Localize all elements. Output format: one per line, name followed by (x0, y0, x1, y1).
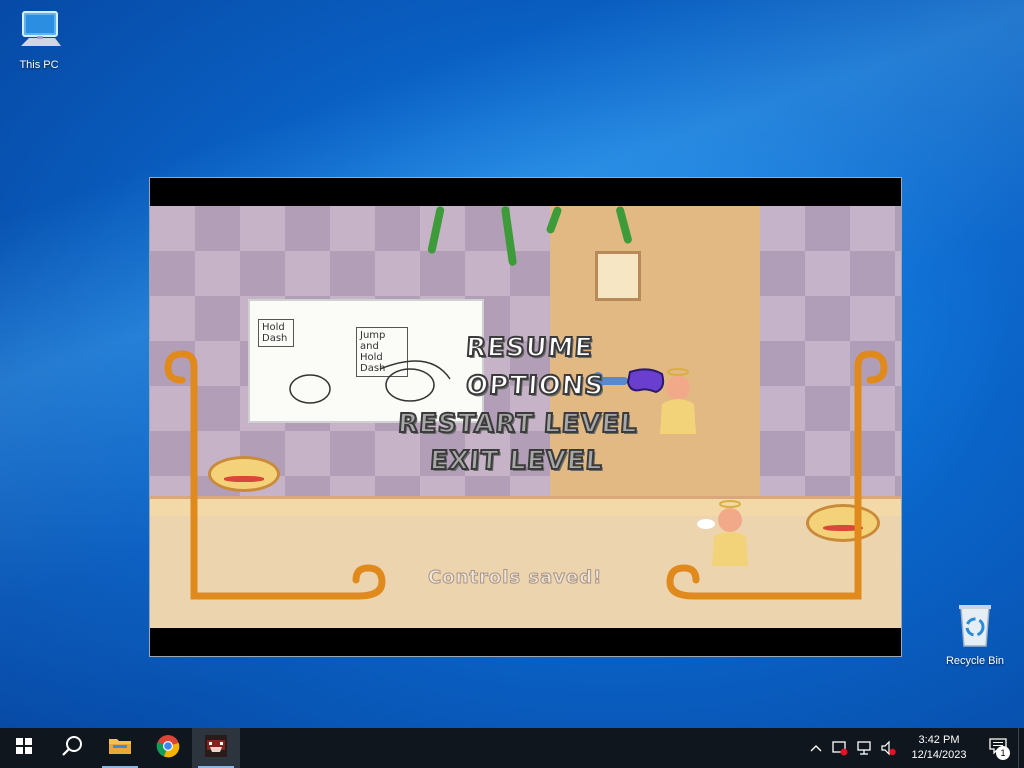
show-desktop-button[interactable] (1018, 728, 1024, 768)
game-window[interactable]: Hold Dash Jump and Hold Dash RESUME OPTI… (149, 177, 902, 657)
windows-logo-icon (16, 737, 32, 759)
desktop-icon-label: Recycle Bin (945, 655, 1005, 667)
desktop-icon-recycle-bin[interactable]: Recycle Bin (939, 600, 1011, 667)
desktop-icon-label: This PC (19, 59, 59, 71)
chrome-icon (156, 734, 180, 763)
controls-saved-toast: Controls saved! (427, 567, 603, 589)
system-tray: 3:42 PM 12/14/2023 1 (804, 728, 1024, 768)
taskbar-game[interactable] (192, 728, 240, 768)
taskbar-file-explorer[interactable] (96, 728, 144, 768)
search-icon (61, 735, 83, 762)
game-app-icon (204, 734, 228, 763)
taskbar: 3:42 PM 12/14/2023 1 (0, 728, 1024, 768)
start-button[interactable] (0, 728, 48, 768)
menu-item-restart-level[interactable]: RESTART LEVEL (396, 408, 640, 440)
wall-picture (595, 251, 641, 301)
desktop-icon-this-pc[interactable]: This PC (3, 8, 75, 71)
tutorial-sign-left: Hold Dash (258, 319, 294, 347)
clock-date: 12/14/2023 (911, 749, 967, 761)
network-icon[interactable] (852, 728, 876, 768)
action-center-button[interactable]: 1 (978, 728, 1018, 768)
clock-time: 3:42 PM (918, 734, 960, 746)
menu-item-resume[interactable]: RESUME (464, 332, 595, 364)
folder-icon (108, 736, 132, 761)
taskbar-chrome[interactable] (144, 728, 192, 768)
computer-icon (3, 8, 75, 55)
menu-item-options[interactable]: OPTIONS (464, 370, 606, 402)
recycle-bin-icon (939, 600, 1011, 651)
game-scene: Hold Dash Jump and Hold Dash RESUME OPTI… (150, 206, 901, 628)
volume-muted-icon[interactable] (876, 728, 900, 768)
chevron-up-icon[interactable] (804, 728, 828, 768)
security-warning-icon[interactable] (828, 728, 852, 768)
search-button[interactable] (48, 728, 96, 768)
taskbar-clock[interactable]: 3:42 PM 12/14/2023 (900, 733, 978, 763)
menu-item-exit-level[interactable]: EXIT LEVEL (428, 445, 605, 477)
notification-count-badge: 1 (996, 746, 1010, 760)
